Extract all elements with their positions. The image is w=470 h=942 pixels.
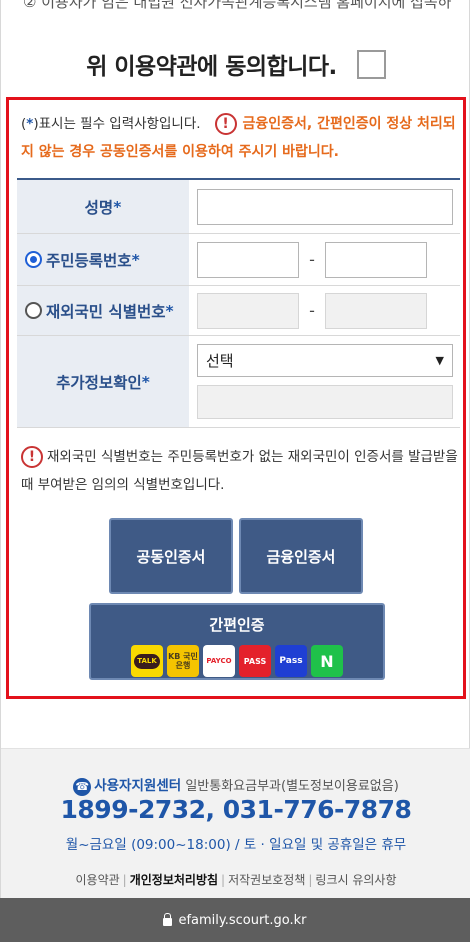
resident-number-front[interactable]	[197, 241, 299, 278]
clipped-terms-line: ② 이용자가 임은 대법원 전자가족관계등록시스템 홈페이지에 접속하	[23, 0, 452, 11]
terms-link[interactable]: 이용약관	[75, 873, 119, 887]
foreign-option[interactable]: 재외국민 식별번호 *	[17, 286, 189, 335]
foreign-id-front[interactable]	[197, 292, 299, 329]
name-input[interactable]	[197, 188, 453, 225]
joint-certificate-button[interactable]: 공동인증서	[109, 518, 233, 594]
foreign-radio[interactable]	[25, 302, 42, 319]
required-star-icon: *	[141, 372, 150, 391]
auth-section: (*)표시는 필수 입력사항입니다.! 금융인증서, 간편인증이 정상 처리되지 …	[6, 97, 466, 699]
kb-logo-icon[interactable]: KB 국민은행	[167, 645, 199, 677]
support-center-line: ☎ 사용자지원센터 일반통화요금부과(별도정보이용료없음)	[1, 774, 470, 796]
foreign-id-back[interactable]	[325, 292, 427, 329]
pass-logo-icon[interactable]: PASS	[239, 645, 271, 677]
resident-option[interactable]: 주민등록번호 *	[17, 234, 189, 285]
required-star-icon: *	[131, 250, 140, 269]
agree-row: 위 이용약관에 동의합니다.	[1, 44, 470, 84]
resident-row: 주민등록번호 * -	[17, 234, 460, 286]
support-phone-numbers[interactable]: 1899-2732, 031-776-7878	[1, 795, 470, 824]
dash: -	[309, 301, 315, 320]
dash: -	[309, 250, 315, 269]
phone-icon: ☎	[73, 777, 92, 796]
extra-row: 추가정보확인 * 선택 ▼	[17, 336, 460, 428]
footer: ☎ 사용자지원센터 일반통화요금부과(별도정보이용료없음) 1899-2732, …	[1, 748, 470, 898]
simple-auth-button[interactable]: 간편인증 TALK KB 국민은행 PAYCO PASS Pass N	[89, 603, 385, 680]
payco-logo-icon[interactable]: PAYCO	[203, 645, 235, 677]
samsung-pass-logo-icon[interactable]: Pass	[275, 645, 307, 677]
extra-label: 추가정보확인 *	[17, 336, 189, 427]
financial-certificate-button[interactable]: 금융인증서	[239, 518, 363, 594]
lock-icon	[163, 913, 173, 926]
chevron-down-icon: ▼	[435, 354, 444, 368]
resident-number-back[interactable]	[325, 241, 427, 278]
foreign-id-notice: ! 재외국민 식별번호는 주민등록번호가 없는 재외국민이 인증서를 발급받을 때…	[21, 443, 461, 499]
required-star-icon: *	[165, 301, 174, 320]
page: ② 이용자가 임은 대법원 전자가족관계등록시스템 홈페이지에 접속하 위 이용…	[0, 0, 470, 898]
browser-url-bar[interactable]: efamily.scourt.go.kr	[0, 898, 470, 942]
identity-form: 성명 * 주민등록번호 * - 재외국민 식별번호 * - 추가정보확인 * 선…	[17, 178, 460, 428]
name-row: 성명 *	[17, 180, 460, 234]
privacy-link[interactable]: 개인정보처리방침	[130, 873, 218, 887]
kakao-logo-icon[interactable]: TALK	[131, 645, 163, 677]
clipped-terms-text: ② 이용자가 임은 대법원 전자가족관계등록시스템 홈페이지에 접속하	[1, 0, 470, 14]
extra-info-select[interactable]: 선택 ▼	[197, 344, 453, 378]
naver-logo-icon[interactable]: N	[311, 645, 343, 677]
agree-checkbox[interactable]	[356, 49, 386, 79]
warning-icon: !	[21, 446, 43, 468]
resident-radio[interactable]	[25, 251, 42, 268]
footer-links: 이용약관 | 개인정보처리방침 | 저작권보호정책 | 링크시 유의사항	[75, 873, 397, 887]
foreign-row: 재외국민 식별번호 * -	[17, 286, 460, 336]
required-star-icon: *	[113, 197, 122, 216]
extra-info-input[interactable]	[197, 385, 453, 419]
support-hours: 월~금요일 (09:00~18:00) / 토 · 일요일 및 공휴일은 휴무	[65, 837, 407, 853]
agree-label: 위 이용약관에 동의합니다.	[86, 54, 337, 80]
simple-auth-logos: TALK KB 국민은행 PAYCO PASS Pass N	[131, 645, 343, 677]
url-text: efamily.scourt.go.kr	[178, 912, 307, 928]
warning-icon: !	[214, 113, 237, 135]
link-notice-link[interactable]: 링크시 유의사항	[315, 873, 396, 887]
required-notice: (*)표시는 필수 입력사항입니다.! 금융인증서, 간편인증이 정상 처리되지 …	[21, 110, 461, 166]
copyright-link[interactable]: 저작권보호정책	[228, 873, 305, 887]
name-label: 성명 *	[17, 180, 189, 233]
